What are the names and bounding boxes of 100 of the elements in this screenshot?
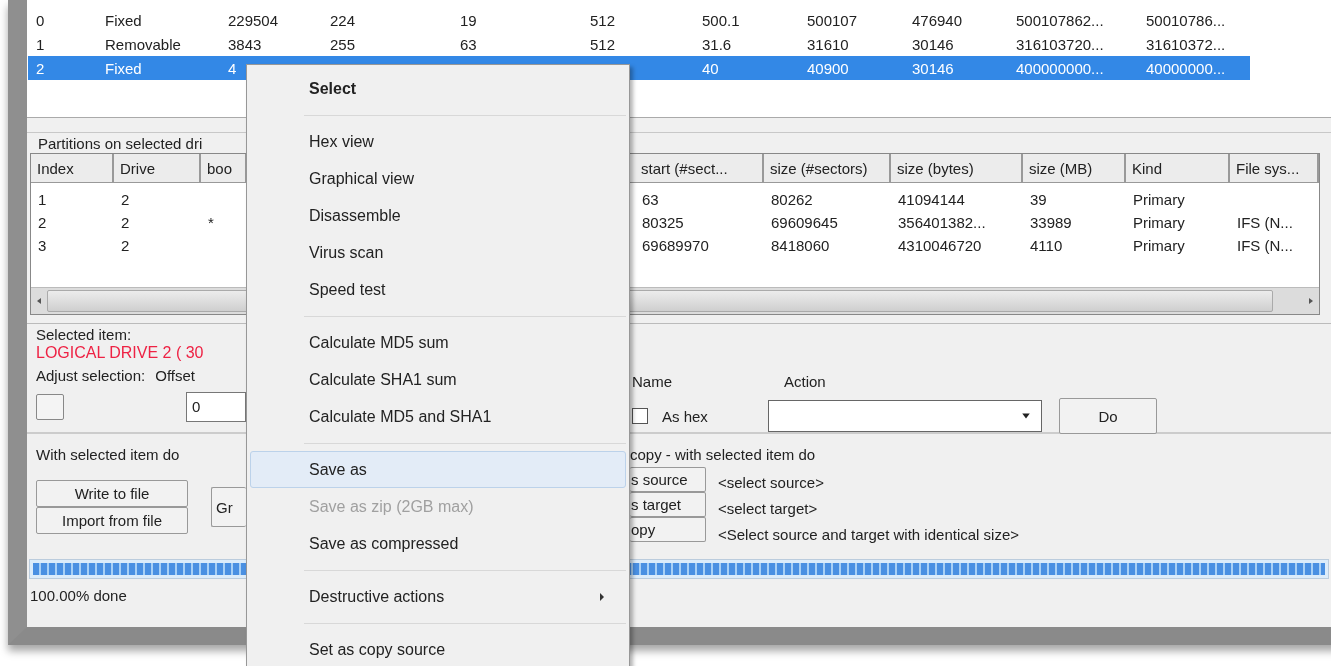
drive-row[interactable]: 1 Removable 3843 255 63 512 31.6 31610 30146 316103720... 31610372... (28, 32, 1250, 56)
table-cell: * (208, 214, 214, 231)
menu-item[interactable]: Set as copy source (250, 631, 626, 666)
table-cell: 4310046720 (898, 237, 982, 254)
table-cell: 3843 (228, 35, 262, 53)
table-cell: 30146 (912, 59, 954, 77)
copy-button[interactable]: s source (630, 467, 706, 492)
table-cell: 3 (38, 237, 47, 254)
column-header[interactable]: Drive (114, 154, 201, 182)
submenu-arrow-icon (599, 592, 605, 601)
table-cell: 80325 (642, 214, 684, 231)
group-title: Partitions on selected dri (38, 134, 203, 152)
table-cell: 31.6 (702, 35, 732, 53)
table-cell: IFS (N... (1237, 214, 1293, 231)
adjust-button[interactable] (36, 394, 64, 420)
table-cell: 2 (36, 59, 45, 77)
column-header[interactable]: start (#sect... (635, 154, 764, 182)
do-button[interactable]: Do (1059, 398, 1157, 434)
field-label: Adjust selection: (36, 366, 146, 384)
table-cell: 2 (121, 237, 130, 254)
selected-item-text: LOGICAL DRIVE 2 ( 30 (36, 344, 205, 363)
menu-item[interactable]: Hex view (250, 123, 626, 160)
table-cell: 40 (702, 59, 719, 77)
table-cell: 69689970 (642, 237, 709, 254)
table-cell: 500.1 (702, 11, 740, 29)
table-cell: 30146 (912, 35, 954, 53)
copy-button[interactable]: opy (630, 517, 706, 542)
table-cell: 2 (38, 214, 47, 231)
table-cell: 224 (330, 11, 356, 29)
action-button[interactable]: Gr (211, 487, 246, 527)
table-cell: 500107862... (1016, 11, 1104, 29)
copy-button[interactable]: s target (630, 492, 706, 517)
table-cell: 255 (330, 35, 356, 53)
table-cell: 33989 (1030, 214, 1072, 231)
table-cell: 0 (36, 11, 45, 29)
menu-item[interactable]: Save as compressed (250, 525, 626, 562)
column-header[interactable]: Index (31, 154, 114, 182)
menu-item[interactable]: Speed test (250, 271, 626, 308)
offset-field[interactable]: 0 (186, 392, 246, 422)
table-cell: 316103720... (1016, 35, 1104, 53)
checkbox[interactable] (632, 408, 648, 424)
menu-item[interactable]: Calculate MD5 and SHA1 (250, 398, 626, 435)
action-button[interactable]: Write to file (36, 480, 188, 507)
action-button[interactable]: Import from file (36, 507, 188, 534)
table-cell: IFS (N... (1237, 237, 1293, 254)
menu-item[interactable]: Destructive actions (250, 578, 626, 615)
table-cell: 2 (121, 191, 130, 208)
menu-item[interactable]: Calculate SHA1 sum (250, 361, 626, 398)
table-cell: 4 (228, 59, 237, 77)
table-cell: 8418060 (771, 237, 830, 254)
table-cell: 500107 (807, 11, 858, 29)
menu-item[interactable]: Save as (250, 451, 626, 488)
table-cell: Primary (1133, 191, 1185, 208)
table-cell: 39 (1030, 191, 1047, 208)
group-title: With selected item do (36, 445, 181, 464)
table-cell: 40000000... (1146, 59, 1226, 77)
copy-status-text: <select source> (718, 472, 825, 493)
drive-row[interactable]: 0 Fixed 229504 224 19 512 500.1 500107 476940 500107862... 50010786... (28, 8, 1250, 32)
table-cell: 69609645 (771, 214, 838, 231)
table-cell: 31610372... (1146, 35, 1226, 53)
field-label: Offset (155, 366, 195, 384)
table-cell: 356401382... (898, 214, 986, 231)
column-header[interactable]: File sys... (1230, 154, 1319, 182)
column-header[interactable]: size (#sectors) (764, 154, 891, 182)
table-cell: 2 (121, 214, 130, 231)
table-cell: 41094144 (898, 191, 965, 208)
menu-item[interactable]: Graphical view (250, 160, 626, 197)
menu-item[interactable]: Disassemble (250, 197, 626, 234)
table-cell: 40900 (807, 59, 849, 77)
table-cell: 1 (38, 191, 47, 208)
table-cell: 512 (590, 11, 616, 29)
field-label: Action (784, 373, 826, 390)
field-label: Name (631, 373, 673, 390)
table-cell: 4110 (1030, 237, 1063, 254)
table-cell: Fixed (105, 59, 142, 77)
group-title: copy - with selected item do (630, 445, 817, 464)
table-cell: 31610 (807, 35, 849, 53)
field-label: Selected item: (36, 325, 133, 344)
action-dropdown[interactable] (768, 400, 1042, 432)
table-cell: Fixed (105, 11, 142, 29)
table-cell: 50010786... (1146, 11, 1226, 29)
scroll-right-icon[interactable] (1307, 297, 1315, 305)
column-header[interactable]: size (bytes) (891, 154, 1023, 182)
table-cell: 63 (642, 191, 659, 208)
table-cell: 63 (460, 35, 477, 53)
caret-icon (1021, 411, 1031, 421)
menu-item[interactable]: Virus scan (250, 234, 626, 271)
table-cell: Removable (105, 35, 181, 53)
table-cell: Primary (1133, 237, 1185, 254)
scroll-left-icon[interactable] (35, 297, 43, 305)
table-cell: 400000000... (1016, 59, 1104, 77)
table-cell: 229504 (228, 11, 279, 29)
column-header[interactable]: size (MB) (1023, 154, 1126, 182)
column-header[interactable]: Kind (1126, 154, 1230, 182)
menu-item[interactable]: Calculate MD5 sum (250, 324, 626, 361)
table-cell: 476940 (912, 11, 963, 29)
checkbox-label: As hex (662, 407, 709, 425)
table-cell: 512 (590, 35, 616, 53)
status-text: 100.00% done (30, 586, 127, 604)
table-cell: Primary (1133, 214, 1185, 231)
